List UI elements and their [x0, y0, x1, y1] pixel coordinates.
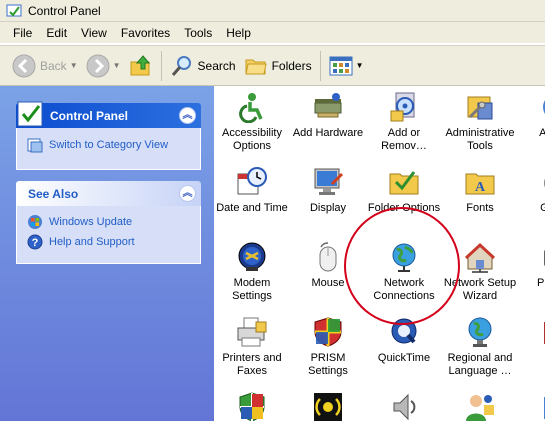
control-panel-item[interactable]: R H — [518, 316, 545, 365]
control-panel-item[interactable]: Add Hardware — [290, 91, 366, 140]
control-panel-item[interactable] — [442, 391, 518, 421]
mouse-icon — [319, 242, 337, 272]
see-also-body: Windows Update ? Help and Support — [16, 206, 201, 264]
folder-options-icon — [389, 171, 419, 195]
up-button[interactable] — [125, 50, 157, 82]
control-panel-item[interactable]: Accessibility Options — [214, 91, 290, 153]
menu-bar: File Edit View Favorites Tools Help — [0, 22, 545, 44]
search-label: Search — [197, 58, 236, 73]
control-panel-item[interactable] — [366, 391, 442, 421]
control-panel-icon — [17, 101, 43, 127]
menu-favorites[interactable]: Favorites — [114, 24, 177, 42]
forward-arrow-icon — [86, 54, 110, 77]
add-hardware-icon — [314, 93, 342, 118]
control-panel-header[interactable]: Control Panel ︽ — [16, 101, 201, 128]
folders-icon — [244, 59, 267, 74]
help-support-label: Help and Support — [49, 236, 135, 248]
menu-tools[interactable]: Tools — [177, 24, 219, 42]
views-icon — [329, 56, 353, 75]
security-center-icon — [239, 392, 265, 421]
help-icon: ? — [27, 234, 43, 250]
highlight-circle — [344, 207, 460, 325]
administrative-tools-icon — [467, 96, 493, 120]
see-also-title: See Also — [28, 186, 79, 201]
control-panel-item[interactable]: Aut Up — [518, 91, 545, 140]
switch-category-view-label: Switch to Category View — [49, 139, 169, 151]
modem-icon — [238, 242, 266, 271]
windows-update-label: Windows Update — [49, 216, 133, 228]
user-accounts-icon — [466, 395, 494, 421]
folders-label: Folders — [271, 58, 312, 73]
back-label: Back — [40, 58, 67, 73]
phone-modem-icon — [544, 249, 545, 267]
control-panel-panel: Control Panel ︽ Switch to Category View — [16, 101, 201, 170]
game-controllers-icon — [544, 178, 545, 188]
back-arrow-icon — [12, 54, 36, 77]
collapse-icon[interactable]: ︽ — [179, 107, 196, 124]
speaker-icon — [393, 393, 416, 421]
up-folder-icon — [130, 54, 150, 75]
menu-file[interactable]: File — [6, 24, 39, 42]
control-panel-item[interactable]: Add or Remov… — [366, 91, 442, 153]
control-panel-item[interactable] — [214, 391, 290, 421]
automatic-updates-icon — [543, 100, 545, 114]
control-panel-item[interactable] — [518, 391, 545, 421]
printers-faxes-icon — [237, 317, 267, 347]
chevron-down-icon[interactable]: ▼ — [356, 61, 364, 70]
control-panel-item[interactable]: Pho Mo — [518, 241, 545, 290]
svg-text:?: ? — [32, 237, 39, 249]
control-panel-item[interactable]: Display — [290, 166, 366, 215]
search-icon — [171, 55, 191, 76]
control-panel-item[interactable]: G Con — [518, 166, 545, 215]
control-panel-item[interactable]: Date and Time — [214, 166, 290, 215]
title-bar: Control Panel — [0, 0, 545, 22]
menu-edit[interactable]: Edit — [39, 24, 74, 42]
chevron-down-icon[interactable]: ▼ — [113, 61, 121, 70]
views-button[interactable]: ▼ — [325, 50, 368, 82]
control-panel-item[interactable] — [290, 391, 366, 421]
window-title: Control Panel — [28, 3, 101, 18]
accessibility-icon — [239, 93, 263, 123]
regional-language-icon — [468, 317, 492, 347]
control-panel-body: Switch to Category View — [16, 128, 201, 170]
windows-update-icon — [28, 215, 42, 229]
fonts-icon: A — [465, 173, 495, 195]
forward-button[interactable]: ▼ — [82, 50, 125, 82]
control-panel-item[interactable]: Administrative Tools — [442, 91, 518, 153]
see-also-panel: See Also ︽ Windows Update ? Help and Sup… — [16, 181, 201, 264]
see-also-header[interactable]: See Also ︽ — [16, 181, 201, 206]
menu-view[interactable]: View — [74, 24, 114, 42]
windows-update-link[interactable]: Windows Update — [27, 212, 190, 232]
add-remove-programs-icon — [390, 92, 415, 122]
control-panel-icon — [6, 4, 22, 17]
control-panel-item[interactable]: PRISM Settings — [290, 316, 366, 378]
chevron-down-icon[interactable]: ▼ — [70, 61, 78, 70]
partial-item-icon — [544, 397, 545, 419]
search-button[interactable]: Search — [166, 50, 240, 82]
r-icon — [544, 322, 545, 344]
folders-button[interactable]: Folders — [240, 50, 316, 82]
prism-settings-icon — [314, 317, 342, 347]
switch-category-view-link[interactable]: Switch to Category View — [27, 135, 190, 155]
control-panel-item[interactable]: Modem Settings — [214, 241, 290, 303]
category-view-icon — [27, 138, 43, 153]
svg-text:A: A — [475, 180, 486, 195]
control-panel-item[interactable]: Printers and Faxes — [214, 316, 290, 378]
help-support-link[interactable]: ? Help and Support — [27, 232, 190, 252]
toolbar: Back ▼ ▼ Search Folders ▼ — [0, 45, 545, 86]
network-setup-wizard-icon — [464, 242, 496, 273]
control-panel-title: Control Panel — [50, 108, 129, 123]
menu-help[interactable]: Help — [219, 24, 258, 42]
toolbar-separator — [319, 50, 321, 81]
back-button[interactable]: Back ▼ — [8, 50, 82, 82]
task-pane: Control Panel ︽ Switch to Category View … — [0, 86, 214, 421]
date-time-icon — [237, 167, 267, 195]
control-panel-item[interactable]: Regional and Language … — [442, 316, 518, 378]
sound-icon — [314, 393, 342, 421]
control-panel-item[interactable]: A Fonts — [442, 166, 518, 215]
toolbar-separator — [160, 50, 162, 81]
display-icon — [314, 168, 344, 195]
collapse-icon[interactable]: ︽ — [179, 185, 196, 202]
